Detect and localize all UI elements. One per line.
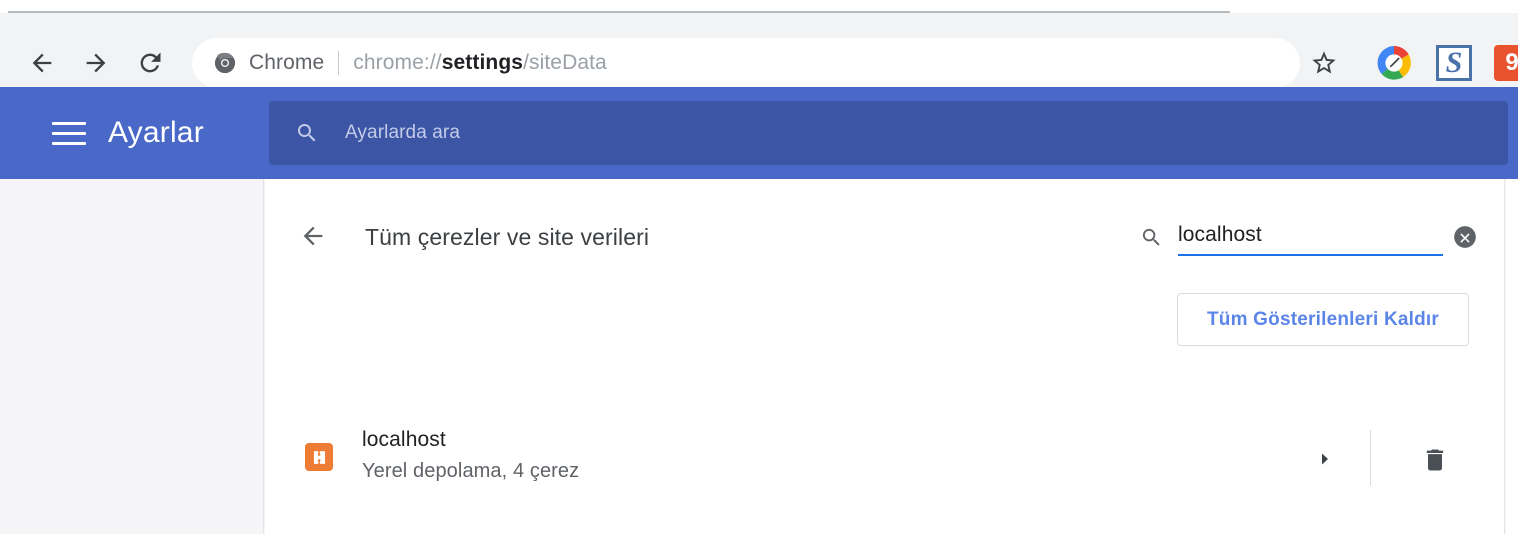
subpage-back-button[interactable] [291,214,335,258]
subpage-header: Tüm çerezler ve site verileri localhost [265,204,1505,266]
url-host: settings [441,51,524,74]
page-title: Tüm çerezler ve site verileri [365,224,650,250]
xampp-glyph [313,450,325,464]
omnibox-separator [338,51,340,75]
chevron-right-icon [1322,453,1328,465]
hamburger-menu-icon[interactable] [52,113,92,153]
search-icon [298,124,316,142]
extension-label: 9 [1505,49,1518,76]
address-bar[interactable]: Chrome chrome://settings/siteData [192,38,1300,88]
site-search-input[interactable]: localhost [1178,220,1262,250]
browser-toolbar: Chrome chrome://settings/siteData S 9 [0,13,1518,88]
browser-window: Chrome chrome://settings/siteData S 9 Ay… [0,0,1518,534]
scribd-s-extension-icon[interactable]: S [1436,45,1472,81]
expand-row-button[interactable] [1310,444,1340,474]
arrow-left-icon [303,226,323,246]
hamburger-bar [52,141,86,145]
bookmark-button[interactable] [1300,39,1348,87]
site-identity-badge[interactable]: Chrome [214,51,324,75]
table-row[interactable]: localhost Yerel depolama, 4 çerez [265,404,1505,509]
settings-search-input[interactable]: Ayarlarda ara [269,101,1508,165]
star-outline-icon [1312,51,1336,74]
page-body: Tüm çerezler ve site verileri localhost … [0,179,1518,534]
arrow-right-icon [86,53,106,73]
site-search-box[interactable]: localhost [1140,218,1480,262]
right-gutter [1506,179,1518,534]
url-path: /siteData [523,51,607,74]
forward-button[interactable] [72,39,120,87]
delete-site-button[interactable] [1413,438,1457,482]
reload-button[interactable] [126,39,174,87]
navigation-buttons [18,39,174,87]
hamburger-bar [52,131,86,135]
xampp-favicon-icon [305,443,333,471]
site-name: localhost [362,428,446,451]
settings-search-placeholder: Ayarlarda ara [345,122,461,143]
clear-circle-icon[interactable] [1452,224,1478,250]
reload-icon [140,52,161,73]
url-text: chrome://settings/siteData [353,51,607,75]
trash-icon [1426,449,1444,471]
site-storage-summary: Yerel depolama, 4 çerez [362,460,580,482]
scheme-label: Chrome [249,51,325,74]
extension-label: S [1445,46,1463,79]
search-icon [1142,228,1160,246]
content-card: Tüm çerezler ve site verileri localhost … [265,179,1505,534]
orange-extension-icon[interactable]: 9 [1494,45,1518,81]
settings-header: Ayarlar Ayarlarda ara [0,87,1518,179]
url-prefix: chrome:// [353,51,442,74]
row-text-block: localhost Yerel depolama, 4 çerez [362,424,579,487]
chrome-logo-icon [214,52,236,74]
arrow-left-icon [32,53,52,73]
extension-icons: S 9 [1374,43,1518,83]
back-button[interactable] [18,39,66,87]
row-divider [1370,430,1371,486]
search-underline [1178,254,1443,256]
settings-sidebar [0,179,264,534]
google-pen-circle-extension-icon[interactable] [1374,43,1414,83]
hamburger-bar [52,121,86,125]
remove-all-shown-button[interactable]: Tüm Gösterilenleri Kaldır [1177,293,1469,346]
settings-title: Ayarlar [108,116,204,149]
